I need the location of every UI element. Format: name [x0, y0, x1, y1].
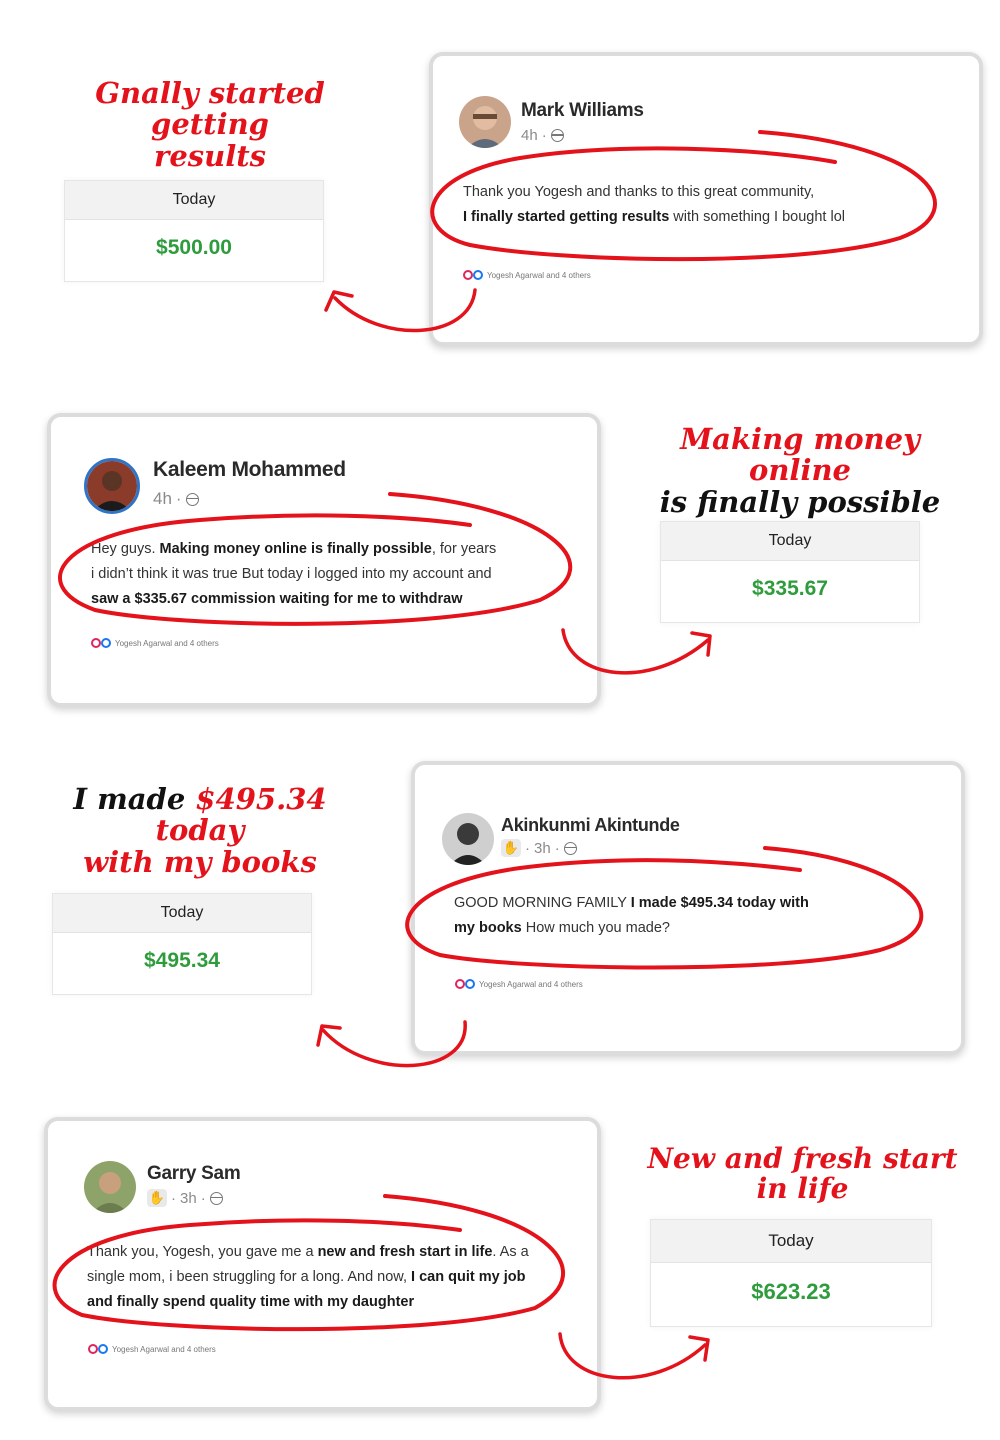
post-text-part: How much you made?	[521, 920, 670, 936]
post-text: GOOD MORNING FAMILY I made $495.34 today…	[454, 891, 934, 941]
headline-2-line1: Making money online	[680, 422, 920, 488]
arrow-head-1	[324, 290, 354, 312]
earnings-value: $500.00	[156, 236, 232, 259]
post-text-part: single mom, i been struggling for a long…	[87, 1269, 412, 1285]
post-text-part: , for years	[431, 541, 497, 557]
earnings-value: $623.23	[751, 1279, 831, 1304]
arrow-head-4	[688, 1335, 710, 1362]
earnings-label: Today	[65, 181, 323, 220]
post-time[interactable]: 4h	[521, 127, 538, 144]
avatar	[442, 813, 494, 865]
wave-badge-icon: ✋	[501, 839, 521, 857]
post-text-highlight: I finally started getting results	[463, 209, 670, 225]
post-text-highlight: saw a $335.67 commission waiting for me …	[91, 591, 463, 607]
post-text-highlight: and finally spend quality time with my d…	[87, 1294, 415, 1310]
earnings-box-2: Today $335.67	[660, 521, 920, 623]
avatar	[459, 96, 511, 148]
earnings-box-3: Today $495.34	[52, 893, 312, 995]
earnings-label: Today	[661, 522, 919, 561]
post-time[interactable]: 3h	[180, 1190, 197, 1207]
arrow-head-3	[316, 1024, 342, 1047]
arrow-head-2	[690, 631, 712, 657]
love-reaction-icon	[455, 979, 465, 989]
globe-icon	[550, 129, 564, 142]
like-reaction-icon	[98, 1344, 108, 1354]
reactions-text: Yogesh Agarwal and 4 others	[487, 270, 591, 280]
headline-1-line1: Gnally started getting	[95, 76, 325, 142]
post-time[interactable]: 3h	[534, 840, 551, 857]
post-text: Thank you, Yogesh, you gave me a new and…	[87, 1240, 577, 1315]
reactions-text: Yogesh Agarwal and 4 others	[115, 638, 219, 648]
post-text-highlight: I made $495.34 today with	[630, 895, 809, 911]
post-text-part: i didn’t think it was true But today i l…	[91, 566, 492, 582]
post-text-part: with something I bought lol	[669, 209, 845, 225]
reactions-row[interactable]: Yogesh Agarwal and 4 others	[455, 979, 583, 989]
author-name[interactable]: Kaleem Mohammed	[153, 458, 346, 482]
love-reaction-icon	[463, 270, 473, 280]
reactions-text: Yogesh Agarwal and 4 others	[479, 979, 583, 989]
post-meta: 4h ·	[153, 489, 199, 509]
post-card-1: Mark Williams 4h · Thank you Yogesh and t…	[429, 52, 983, 346]
post-card-2: Kaleem Mohammed 4h · Hey guys. Making mon…	[47, 413, 601, 707]
headline-1-line2: results	[154, 138, 266, 173]
author-name[interactable]: Garry Sam	[147, 1163, 241, 1185]
post-text-highlight: my books	[454, 920, 522, 936]
like-reaction-icon	[101, 638, 111, 648]
earnings-box-1: Today $500.00	[64, 180, 324, 282]
love-reaction-icon	[88, 1344, 98, 1354]
headline-1: Gnally started getting results	[60, 76, 360, 173]
headline-3: I made $495.34 today with my books	[40, 782, 360, 879]
post-time[interactable]: 4h	[153, 489, 172, 509]
reactions-row[interactable]: Yogesh Agarwal and 4 others	[91, 638, 219, 648]
post-meta: ✋ · 3h ·	[501, 839, 577, 857]
post-text-highlight: new and fresh start in life	[317, 1244, 493, 1260]
headline-3-black: I made	[73, 782, 196, 816]
headline-4-line1: New and fresh start in life	[647, 1142, 958, 1206]
earnings-box-4: Today $623.23	[650, 1219, 932, 1327]
reactions-row[interactable]: Yogesh Agarwal and 4 others	[88, 1344, 216, 1354]
post-text: Hey guys. Making money online is finally…	[91, 537, 561, 612]
headline-2-line2: is finally possible	[659, 484, 941, 519]
post-card-4: Garry Sam ✋ · 3h · Thank you, Yogesh, you g…	[44, 1117, 601, 1411]
globe-icon	[563, 841, 577, 855]
earnings-label: Today	[651, 1220, 931, 1263]
earnings-value: $495.34	[144, 949, 220, 972]
post-text-part: GOOD MORNING FAMILY	[454, 895, 631, 911]
post-text-part: Thank you, Yogesh, you gave me a	[87, 1244, 318, 1260]
post-text-part: . As a	[492, 1244, 529, 1260]
headline-2: Making money online is finally possible	[650, 422, 950, 519]
post-text-highlight: I can quit my job	[411, 1269, 526, 1285]
globe-icon	[185, 492, 199, 506]
post-meta: ✋ · 3h ·	[147, 1189, 223, 1207]
like-reaction-icon	[473, 270, 483, 280]
post-text-highlight: Making money online is finally possible	[159, 541, 432, 557]
post-text-part: Thank you Yogesh and thanks to this grea…	[463, 184, 815, 200]
post-text: Thank you Yogesh and thanks to this grea…	[463, 180, 943, 230]
avatar	[84, 1161, 136, 1213]
post-meta: 4h ·	[521, 127, 564, 144]
earnings-label: Today	[53, 894, 311, 933]
reactions-row[interactable]: Yogesh Agarwal and 4 others	[463, 270, 591, 280]
author-name[interactable]: Mark Williams	[521, 100, 644, 122]
like-reaction-icon	[465, 979, 475, 989]
post-text-part: Hey guys.	[91, 541, 160, 557]
earnings-value: $335.67	[752, 577, 828, 600]
post-card-3: Akinkunmi Akintunde ✋ · 3h · GOOD MORNING F…	[411, 761, 965, 1055]
headline-4: New and fresh start in life	[630, 1142, 975, 1206]
love-reaction-icon	[91, 638, 101, 648]
globe-icon	[209, 1191, 223, 1205]
headline-3-line2: with my books	[83, 844, 317, 879]
wave-badge-icon: ✋	[147, 1189, 167, 1207]
reactions-text: Yogesh Agarwal and 4 others	[112, 1344, 216, 1354]
author-name[interactable]: Akinkunmi Akintunde	[501, 815, 680, 836]
avatar	[84, 458, 140, 514]
